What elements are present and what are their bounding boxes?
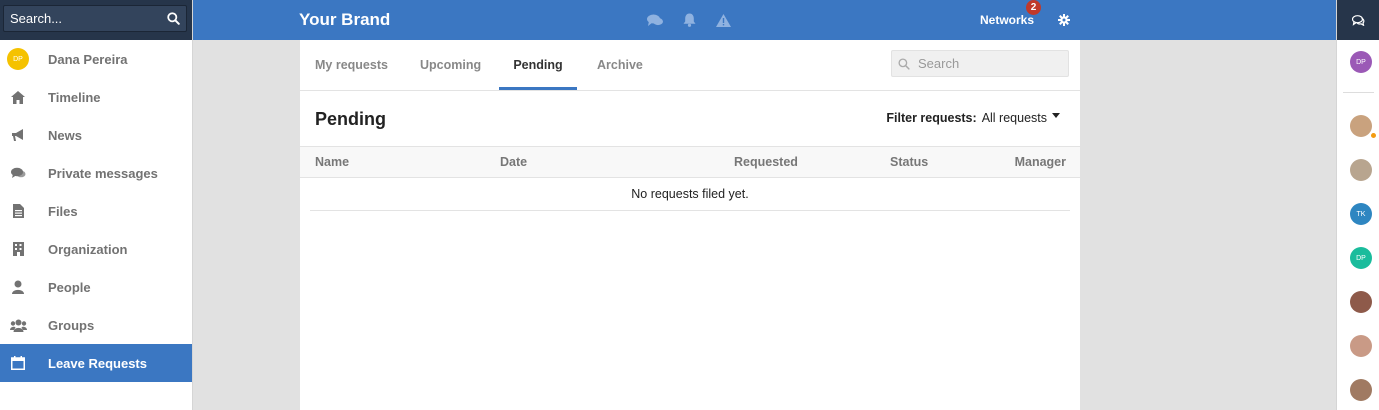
avatar[interactable] <box>1350 159 1372 181</box>
column-header-name[interactable]: Name <box>315 155 349 169</box>
search-icon[interactable] <box>166 12 180 26</box>
chevron-down-icon[interactable] <box>1052 112 1060 118</box>
avatar[interactable] <box>1350 379 1372 401</box>
filter-requests: Filter requests: All requests <box>886 111 1060 125</box>
sidebar-item-news[interactable]: News <box>0 116 192 154</box>
avatar[interactable] <box>1350 335 1372 357</box>
avatar-initials: DP <box>1356 58 1366 66</box>
top-bar: Your Brand Networks 2 <box>193 0 1336 40</box>
sidebar-item-leave-requests[interactable]: Leave Requests <box>0 344 192 382</box>
sidebar-item-label: Organization <box>48 241 128 257</box>
sidebar-item-label: Dana Pereira <box>48 51 128 67</box>
tab-upcoming[interactable]: Upcoming <box>420 40 481 90</box>
calendar-icon <box>6 351 30 375</box>
megaphone-icon <box>6 123 30 147</box>
sidebar-item-private-messages[interactable]: Private messages <box>0 154 192 192</box>
divider <box>1343 92 1374 93</box>
networks-badge: 2 <box>1026 0 1041 15</box>
empty-state-message: No requests filed yet. <box>631 187 749 201</box>
sidebar-item-label: Leave Requests <box>48 355 147 371</box>
sidebar-item-label: Private messages <box>48 165 158 181</box>
bell-icon[interactable] <box>680 11 698 29</box>
column-header-status[interactable]: Status <box>890 155 928 169</box>
avatar-initials: DP <box>1356 254 1366 262</box>
home-icon <box>6 85 30 109</box>
avatar[interactable]: TK <box>1350 203 1372 225</box>
avatar[interactable]: DP <box>1350 51 1372 73</box>
sidebar-search-input[interactable] <box>10 11 166 26</box>
online-status-dot <box>1370 132 1377 139</box>
avatar[interactable]: DP <box>1350 247 1372 269</box>
right-rail: DP TK DP <box>1336 0 1379 410</box>
building-icon <box>6 237 30 261</box>
filter-dropdown[interactable]: All requests <box>982 111 1047 125</box>
page-header: Pending Filter requests: All requests <box>300 91 1080 147</box>
person-icon <box>6 275 30 299</box>
chat-toggle[interactable] <box>1337 0 1379 40</box>
chat-icon[interactable] <box>646 11 664 29</box>
sidebar-item-label: People <box>48 279 91 295</box>
left-sidebar: DP Dana Pereira Timeline News Private me… <box>0 0 193 410</box>
chat-icon <box>6 161 30 185</box>
table-header: Name Date Requested Status Manager <box>300 147 1080 178</box>
gear-icon[interactable] <box>1055 11 1073 29</box>
sidebar-search-box <box>3 5 187 32</box>
column-header-requested[interactable]: Requested <box>734 155 798 169</box>
tab-pending[interactable]: Pending <box>499 40 577 90</box>
sidebar-item-timeline[interactable]: Timeline <box>0 78 192 116</box>
column-header-manager[interactable]: Manager <box>1015 155 1066 169</box>
avatar[interactable] <box>1350 291 1372 313</box>
page-title: Pending <box>315 109 386 129</box>
sidebar-item-people[interactable]: People <box>0 268 192 306</box>
sidebar-item-organization[interactable]: Organization <box>0 230 192 268</box>
search-icon <box>898 57 910 70</box>
sidebar-item-label: Groups <box>48 317 95 333</box>
users-icon <box>6 313 30 337</box>
sidebar-search-bar <box>0 0 192 40</box>
requests-search-input[interactable] <box>918 56 1058 71</box>
tab-my-requests[interactable]: My requests <box>315 40 388 90</box>
sidebar-item-label: Timeline <box>48 89 101 105</box>
networks-button[interactable]: Networks <box>980 13 1034 27</box>
sidebar-item-label: Files <box>48 203 78 219</box>
column-header-date[interactable]: Date <box>500 155 527 169</box>
avatar-initials: TK <box>1356 210 1366 218</box>
sidebar-item-profile[interactable]: DP Dana Pereira <box>0 40 192 78</box>
avatar[interactable] <box>1350 115 1377 139</box>
requests-search-box <box>891 50 1069 77</box>
sidebar-item-label: News <box>48 127 82 143</box>
avatar: DP <box>6 47 30 71</box>
table-row: No requests filed yet. <box>310 178 1070 211</box>
leave-requests-panel: My requests Upcoming Pending Archive Pen… <box>300 40 1080 410</box>
brand-title[interactable]: Your Brand <box>299 10 390 30</box>
tabs-bar: My requests Upcoming Pending Archive <box>300 40 1080 91</box>
filter-label: Filter requests: <box>886 111 977 125</box>
sidebar-item-files[interactable]: Files <box>0 192 192 230</box>
warning-icon[interactable] <box>714 11 732 29</box>
tab-archive[interactable]: Archive <box>597 40 643 90</box>
sidebar-item-groups[interactable]: Groups <box>0 306 192 344</box>
file-icon <box>6 199 30 223</box>
avatar-initials: DP <box>7 48 29 70</box>
chat-icon <box>1351 14 1365 26</box>
